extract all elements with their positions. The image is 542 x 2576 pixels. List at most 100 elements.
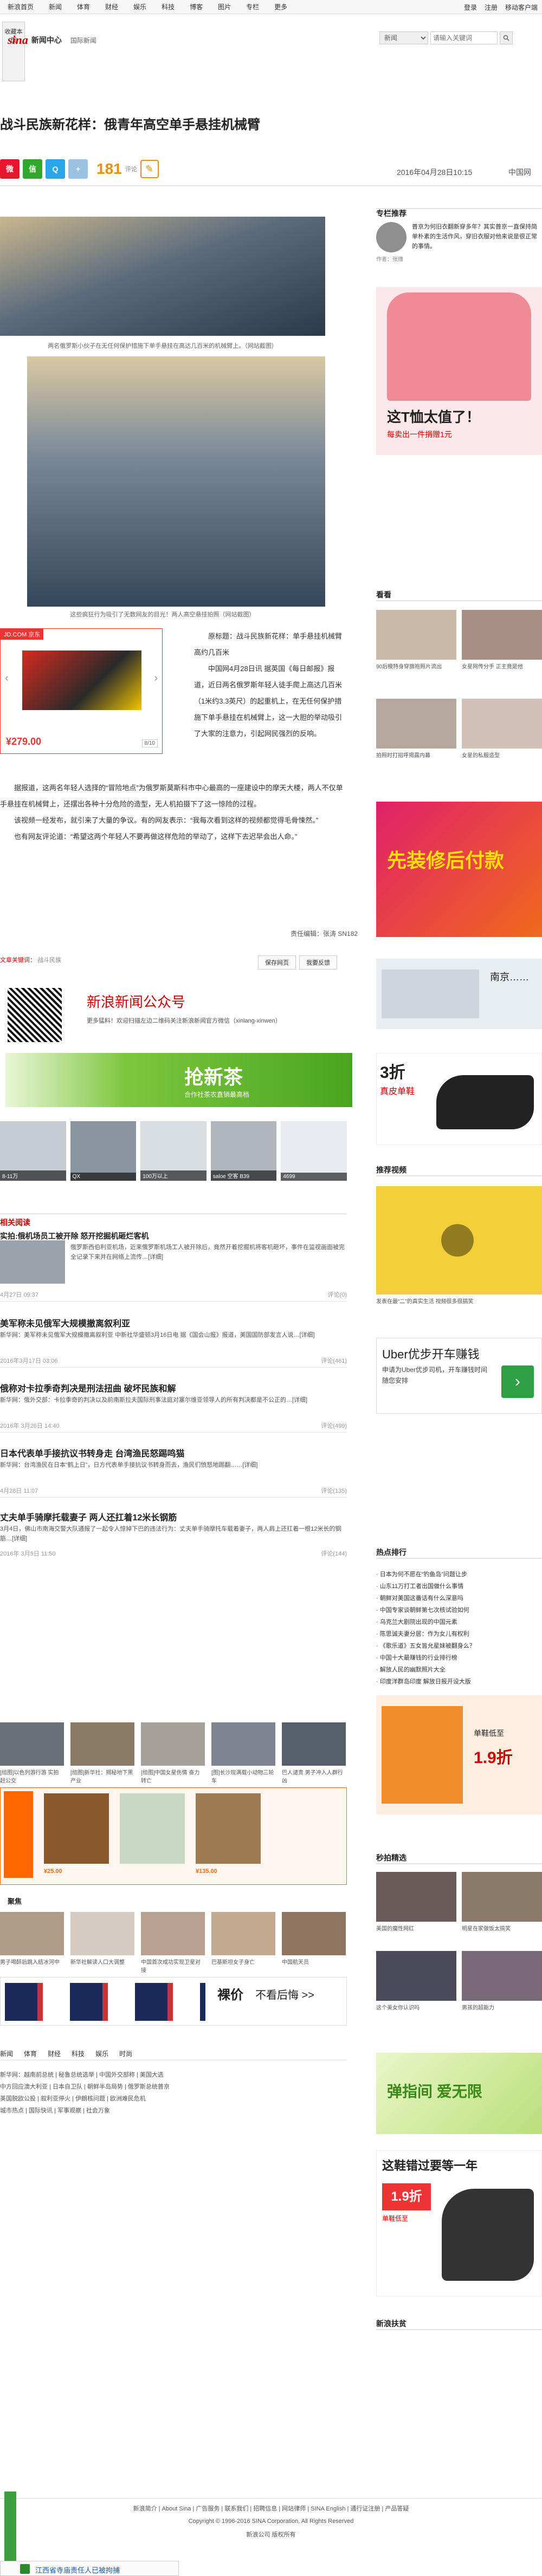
- focus-caption[interactable]: 巴基斯坦女子身亡: [211, 1957, 275, 1966]
- second-caption[interactable]: 美国的魔性网红: [376, 1924, 456, 1932]
- bottom-news-bar[interactable]: 江西省寺庙责任人已被拘捕: [0, 2561, 179, 2576]
- tshirt-ad[interactable]: 这T恤太值了！ 每卖出一件捐赠1元: [376, 287, 542, 455]
- hot-item[interactable]: 解放人民的幽默照片大全: [376, 1664, 542, 1676]
- car-ad-thumb[interactable]: 100万以上: [140, 1121, 207, 1181]
- second-thumb[interactable]: [462, 1951, 542, 2001]
- taobao-ad[interactable]: ¥25.00 ¥135.00: [0, 1787, 347, 1885]
- news-thumb-caption[interactable]: [图]长沙现满载小动物三轮车: [211, 1768, 275, 1784]
- link-row[interactable]: 英国脱欧公投 | 叙利亚停火 | 伊朗核问题 | 欧洲难民危机: [0, 2093, 347, 2105]
- news-thumb[interactable]: [141, 1722, 205, 1766]
- wechat-share-icon[interactable]: 信: [23, 159, 42, 179]
- kan-caption[interactable]: 女星网传分手 正主竟是他: [462, 662, 542, 670]
- related-comments[interactable]: 评论(461): [321, 1356, 347, 1365]
- more-share-icon[interactable]: +: [68, 159, 88, 179]
- login-link[interactable]: 登录: [464, 3, 477, 12]
- feedback-button[interactable]: 我要反馈: [299, 955, 337, 970]
- related-comments[interactable]: 评论(135): [321, 1486, 347, 1495]
- bottom-news-text[interactable]: 江西省寺庙责任人已被拘捕: [35, 2565, 120, 2575]
- news-thumb[interactable]: [282, 1722, 346, 1766]
- video-thumb[interactable]: [376, 1186, 542, 1294]
- hot-item[interactable]: 乌克兰大剧院出现的中国元素: [376, 1616, 542, 1628]
- site-logo[interactable]: sina 新闻中心 国际新闻: [8, 32, 96, 48]
- wechat-promo-title[interactable]: 新浪新闻公众号: [87, 991, 185, 1011]
- nav-item[interactable]: 科技: [154, 0, 182, 14]
- focus-thumb[interactable]: [0, 1912, 64, 1955]
- link-row[interactable]: 中方回应澳大利亚 | 日本自卫队 | 朝鲜半岛局势 | 俄罗斯总统普京: [0, 2081, 347, 2093]
- search-button[interactable]: [500, 31, 513, 44]
- focus-caption[interactable]: 男子喝醉后跳入结冰河中: [0, 1957, 64, 1966]
- channel-tab[interactable]: 科技: [72, 2047, 85, 2060]
- hot-item[interactable]: 山东11万打工者出国做什么事情: [376, 1580, 542, 1592]
- hot-item[interactable]: 印度洋群岛印度 解放日报开设大版: [376, 1676, 542, 1688]
- news-thumb[interactable]: [211, 1722, 275, 1766]
- news-thumb[interactable]: [0, 1722, 64, 1766]
- related-title[interactable]: 丈夫单手骑摩托载妻子 两人还扛着12米长钢筋: [0, 1510, 177, 1523]
- kan-thumb[interactable]: [462, 610, 542, 660]
- nav-item[interactable]: 体育: [69, 0, 98, 14]
- register-link[interactable]: 注册: [485, 3, 498, 12]
- play-icon[interactable]: [441, 1224, 474, 1257]
- columnist-avatar[interactable]: [376, 222, 406, 252]
- footer-links[interactable]: 新浪简介 | About Sina | 广告服务 | 联系我们 | 招聘信息 |…: [0, 2504, 542, 2513]
- focus-caption[interactable]: 中国航天员: [282, 1957, 346, 1966]
- search-input[interactable]: [430, 31, 498, 44]
- channel-tab[interactable]: 新闻: [0, 2047, 13, 2060]
- search-scope-select[interactable]: 新闻: [379, 31, 428, 44]
- nav-item[interactable]: 博客: [182, 0, 210, 14]
- uber-arrow-icon[interactable]: ›: [501, 1365, 534, 1398]
- car-ad-thumb[interactable]: QX: [70, 1121, 137, 1181]
- hot-item[interactable]: 中国十大最赚钱的行业排行榜: [376, 1652, 542, 1664]
- link-row[interactable]: 城市热点 | 国际快讯 | 军事观察 | 社会万象: [0, 2105, 347, 2117]
- related-title[interactable]: 俄称对卡拉季奇判决是刑法扭曲 破坏民族和解: [0, 1381, 176, 1394]
- nav-item[interactable]: 财经: [98, 0, 126, 14]
- shoes-ad[interactable]: 3折 真皮单鞋: [376, 1053, 542, 1145]
- uber-ad[interactable]: Uber优步开车赚钱 申请为Uber优步司机，开车赚钱时间随您安排 ›: [376, 1338, 542, 1414]
- channel-tab[interactable]: 体育: [24, 2047, 37, 2060]
- qzone-share-icon[interactable]: Q: [46, 159, 65, 179]
- focus-thumb[interactable]: [141, 1912, 205, 1955]
- nav-item[interactable]: 专栏: [238, 0, 267, 14]
- nav-item[interactable]: 新浪首页: [0, 0, 41, 14]
- shoes2-ad[interactable]: 这鞋错过要等一年 1.9折 单鞋低至: [376, 2150, 542, 2297]
- nav-item[interactable]: 新闻: [41, 0, 69, 14]
- hot-item[interactable]: 中国专家谈朝鲜第七次核试验如何: [376, 1604, 542, 1616]
- kan-caption[interactable]: 拍照时打招呼揭露内幕: [376, 751, 456, 759]
- second-thumb[interactable]: [376, 1951, 456, 2001]
- hot-item[interactable]: 陈思诚夫妻分居：作为女儿有权利: [376, 1628, 542, 1640]
- hot-item[interactable]: 日本为何不愿在“钓鱼岛”问题让步: [376, 1569, 542, 1580]
- tea-ad-banner[interactable]: 抢新茶 合作社茶农直销最高档: [5, 1053, 352, 1107]
- video-caption[interactable]: 发表在最“二”的真实生活 视频很多很搞笑: [376, 1297, 542, 1305]
- prev-arrow-icon[interactable]: ‹: [5, 672, 9, 685]
- news-thumb-caption[interactable]: 巴人谴责 男子冲入人群行凶: [282, 1768, 346, 1784]
- renovation-ad[interactable]: 先装修后付款: [376, 802, 542, 937]
- related-title[interactable]: 实拍:俄机场员工被开除 怒开挖掘机砸烂客机: [0, 1231, 149, 1241]
- nav-item[interactable]: 娱乐: [126, 0, 154, 14]
- channel-tab[interactable]: 时尚: [119, 2047, 132, 2060]
- kan-thumb[interactable]: [462, 699, 542, 749]
- related-comments[interactable]: 评论(499): [321, 1421, 347, 1430]
- nav-item-more[interactable]: 更多: [267, 0, 295, 14]
- news-thumb-caption[interactable]: [组图]以色列游行游 实拍赶公交: [0, 1768, 64, 1784]
- related-thumb[interactable]: [0, 1240, 65, 1284]
- car-ad-thumb[interactable]: 4699: [281, 1121, 347, 1181]
- jd-shoe-ad[interactable]: JD.COM 京东 ‹ › ¥279.00 8/10: [0, 628, 163, 754]
- kan-caption[interactable]: 女星的私服造型: [462, 751, 542, 759]
- next-arrow-icon[interactable]: ›: [154, 672, 158, 685]
- car-ad-side[interactable]: 南京……: [376, 959, 542, 1029]
- second-thumb[interactable]: [376, 1872, 456, 1922]
- related-title[interactable]: 日本代表单手接抗议书转身走 台湾渔民怒踢鸣猫: [0, 1446, 184, 1459]
- related-comments[interactable]: 评论(144): [321, 1549, 347, 1558]
- nav-item[interactable]: 图片: [210, 0, 238, 14]
- second-caption[interactable]: 明星在家做饭太搞笑: [462, 1924, 542, 1932]
- favorite-widget[interactable]: 收藏本页: [2, 22, 25, 81]
- kan-caption[interactable]: 90后模特身穿旗袍照片流出: [376, 662, 456, 670]
- sidebar-rec-text[interactable]: 普京为何旧衣翻新穿多年？其实普京一直保持简单朴素的生活作风，穿旧衣服对他来说是很…: [412, 222, 542, 251]
- focus-thumb[interactable]: [211, 1912, 275, 1955]
- focus-thumb[interactable]: [70, 1912, 134, 1955]
- save-page-button[interactable]: 保存网页: [258, 955, 296, 970]
- channel-tab[interactable]: 娱乐: [95, 2047, 108, 2060]
- focus-caption[interactable]: 新华社解读人口大调整: [70, 1957, 134, 1966]
- focus-thumb[interactable]: [282, 1912, 346, 1955]
- mobile-shoe-ad[interactable]: 单鞋低至 1.9折: [376, 1695, 542, 1814]
- related-title[interactable]: 美军称未见俄军大规模撤离叙利亚: [0, 1316, 130, 1329]
